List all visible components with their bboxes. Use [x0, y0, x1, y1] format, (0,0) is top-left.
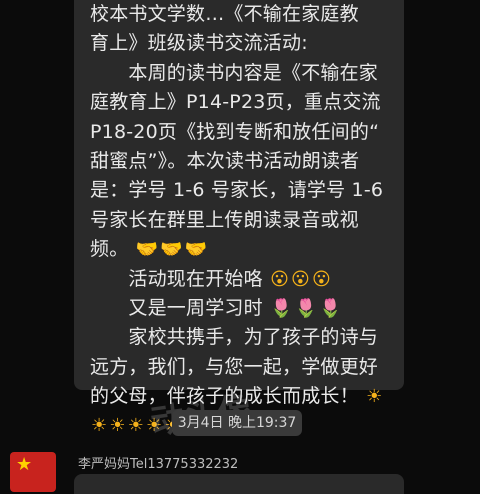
- message-bubble[interactable]: [74, 474, 404, 494]
- sun-icon: ☀: [127, 415, 145, 437]
- sun-icon: ☀: [366, 386, 383, 408]
- message-line: 号家长在群里上传朗读录音或视: [90, 208, 359, 231]
- message-line: 校本书文学数…《不输在家庭教: [90, 3, 359, 25]
- message-text: 校本书文学数…《不输在家庭教 育上》班级读书交流活动: 本周的读书内容是《不输在…: [90, 0, 396, 441]
- avatar[interactable]: ★: [10, 452, 56, 492]
- timestamp: 3月4日 晚上19:37: [172, 410, 302, 436]
- message-line: 是：学号 1-6 号家长，请学号 1-6: [90, 179, 384, 202]
- yawning-face-icon: 😮: [312, 268, 331, 290]
- handshake-icon: 🤝: [184, 239, 208, 261]
- message-line-with-emoji: 频。 🤝 🤝 🤝: [90, 235, 396, 264]
- tulip-icon: 🌷: [294, 297, 318, 319]
- yawning-face-icon: 😮: [291, 268, 310, 290]
- message-line: 家校共携手，为了孩子的诗与: [90, 326, 379, 349]
- message-line: 甜蜜点”》。本次读书活动朗读者: [90, 149, 360, 172]
- sun-icon: ☀: [109, 415, 126, 437]
- star-icon: ★: [16, 454, 33, 475]
- message-line: 频。: [90, 238, 129, 261]
- tulip-icon: 🌷: [319, 297, 342, 319]
- message-line: 活动现在开始咯: [90, 267, 263, 290]
- message-line-with-emoji: 又是一周学习时 🌷 🌷 🌷: [90, 294, 396, 323]
- message-line: 本周的读书内容是《不输在家: [90, 61, 379, 84]
- sender-name: 李严妈妈Tel13775332232: [78, 457, 239, 472]
- yawning-face-icon: 😮: [270, 268, 290, 290]
- message-line: 育上》班级读书交流活动:: [90, 32, 308, 55]
- handshake-icon: 🤝: [160, 239, 183, 261]
- message-line: 又是一周学习时: [90, 296, 263, 319]
- message-line: P18-20页《找到专断和放任间的“: [90, 120, 380, 143]
- message-line: 庭教育上》P14-P23页，重点交流: [90, 91, 381, 114]
- sun-icon: ☀: [91, 415, 108, 437]
- message-line-with-emoji: 活动现在开始咯 😮 😮 😮: [90, 265, 396, 294]
- message-line: 远方，我们，与您一起，学做更好: [90, 355, 379, 378]
- handshake-icon: 🤝: [135, 239, 159, 261]
- tulip-icon: 🌷: [270, 297, 293, 319]
